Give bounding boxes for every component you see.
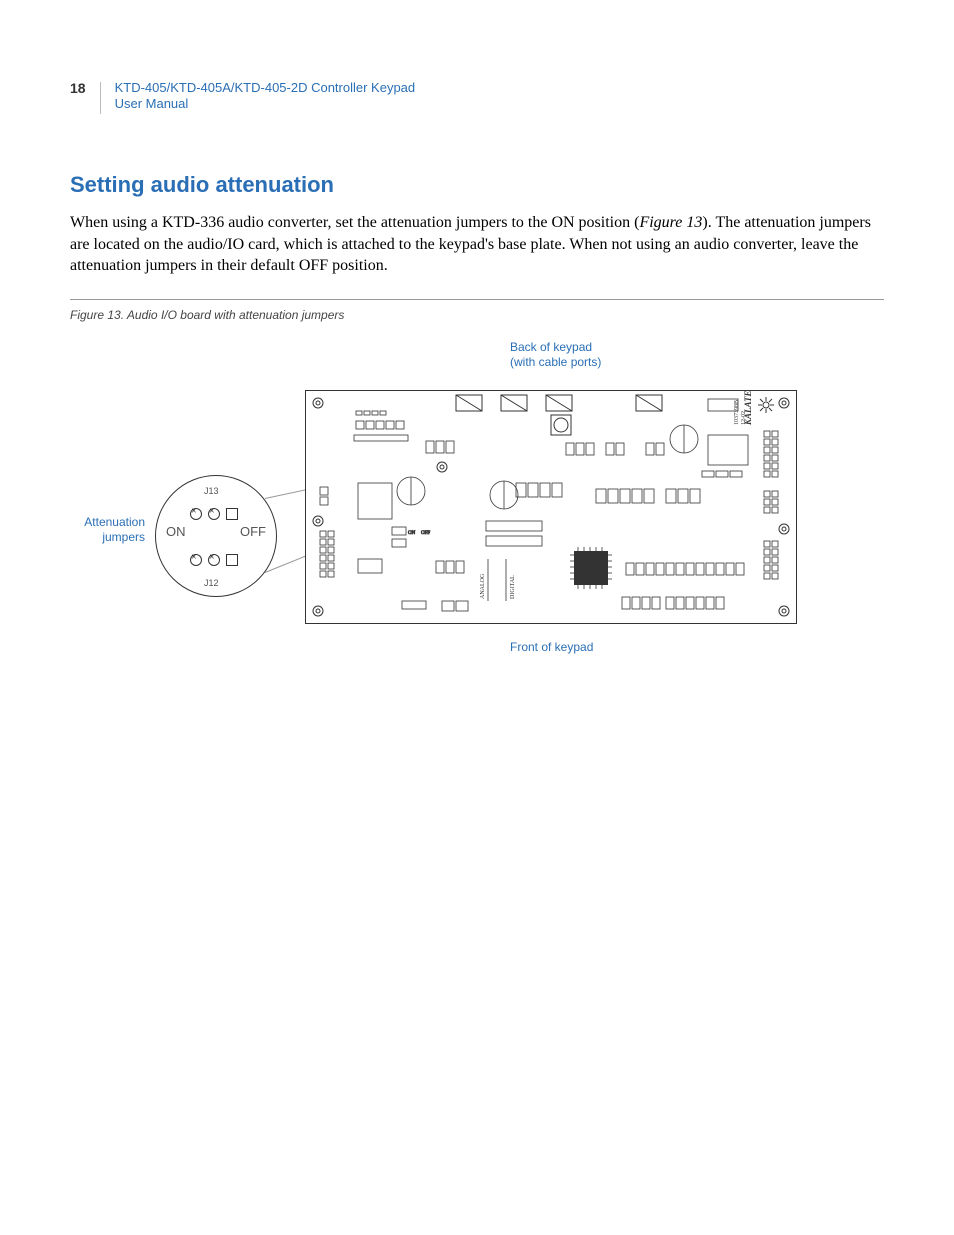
jumper-pad <box>190 508 202 520</box>
figure-caption: Figure 13. Audio I/O board with attenuat… <box>70 308 884 322</box>
magnifier-lens: J13 J12 ON OFF <box>155 475 277 597</box>
jumper-pad-square <box>226 508 238 520</box>
header-divider <box>100 82 101 114</box>
body-paragraph: When using a KTD-336 audio converter, se… <box>70 212 884 277</box>
jumper-pad <box>208 508 220 520</box>
section-heading: Setting audio attenuation <box>70 172 884 198</box>
jumper-pad <box>190 554 202 566</box>
label-back-l1: Back of keypad <box>510 340 592 354</box>
label-attenuation-jumpers: Attenuation jumpers <box>70 515 145 545</box>
body-text-before: When using a KTD-336 audio converter, se… <box>70 214 639 231</box>
jumper-j13-row <box>190 504 238 524</box>
digital-label: DIGITAL <box>510 575 516 599</box>
label-front-of-keypad: Front of keypad <box>510 640 593 655</box>
atten-l2: jumpers <box>102 530 145 544</box>
page-header: 18 KTD-405/KTD-405A/KTD-405-2D Controlle… <box>70 80 884 114</box>
svg-text:ON: ON <box>408 531 416 536</box>
lens-on-label: ON <box>166 524 186 539</box>
jumper-j12-row <box>190 550 238 570</box>
label-back-of-keypad: Back of keypad (with cable ports) <box>510 340 601 370</box>
page-number: 18 <box>70 80 86 96</box>
rev-label: 12-02 <box>741 411 747 425</box>
figure-13: Back of keypad (with cable ports) Front … <box>70 340 810 670</box>
lens-off-label: OFF <box>240 524 266 539</box>
j13-label: J13 <box>204 486 219 496</box>
pcb-board: ON OFF <box>305 390 797 624</box>
jumper-pad-square <box>226 554 238 566</box>
header-line1: KTD-405/KTD-405A/KTD-405-2D Controller K… <box>115 80 416 95</box>
figure-reference: Figure 13 <box>639 214 702 231</box>
part-label: 1037398B <box>734 400 740 425</box>
j12-label: J12 <box>204 578 219 588</box>
label-back-l2: (with cable ports) <box>510 355 601 369</box>
jumper-pad <box>208 554 220 566</box>
svg-text:OFF: OFF <box>421 531 430 536</box>
analog-label: ANALOG <box>480 573 486 599</box>
figure-top-rule <box>70 299 884 300</box>
header-title: KTD-405/KTD-405A/KTD-405-2D Controller K… <box>115 80 416 113</box>
pcb-svg: ON OFF <box>306 391 796 623</box>
header-line2: User Manual <box>115 96 189 111</box>
atten-l1: Attenuation <box>84 515 145 529</box>
